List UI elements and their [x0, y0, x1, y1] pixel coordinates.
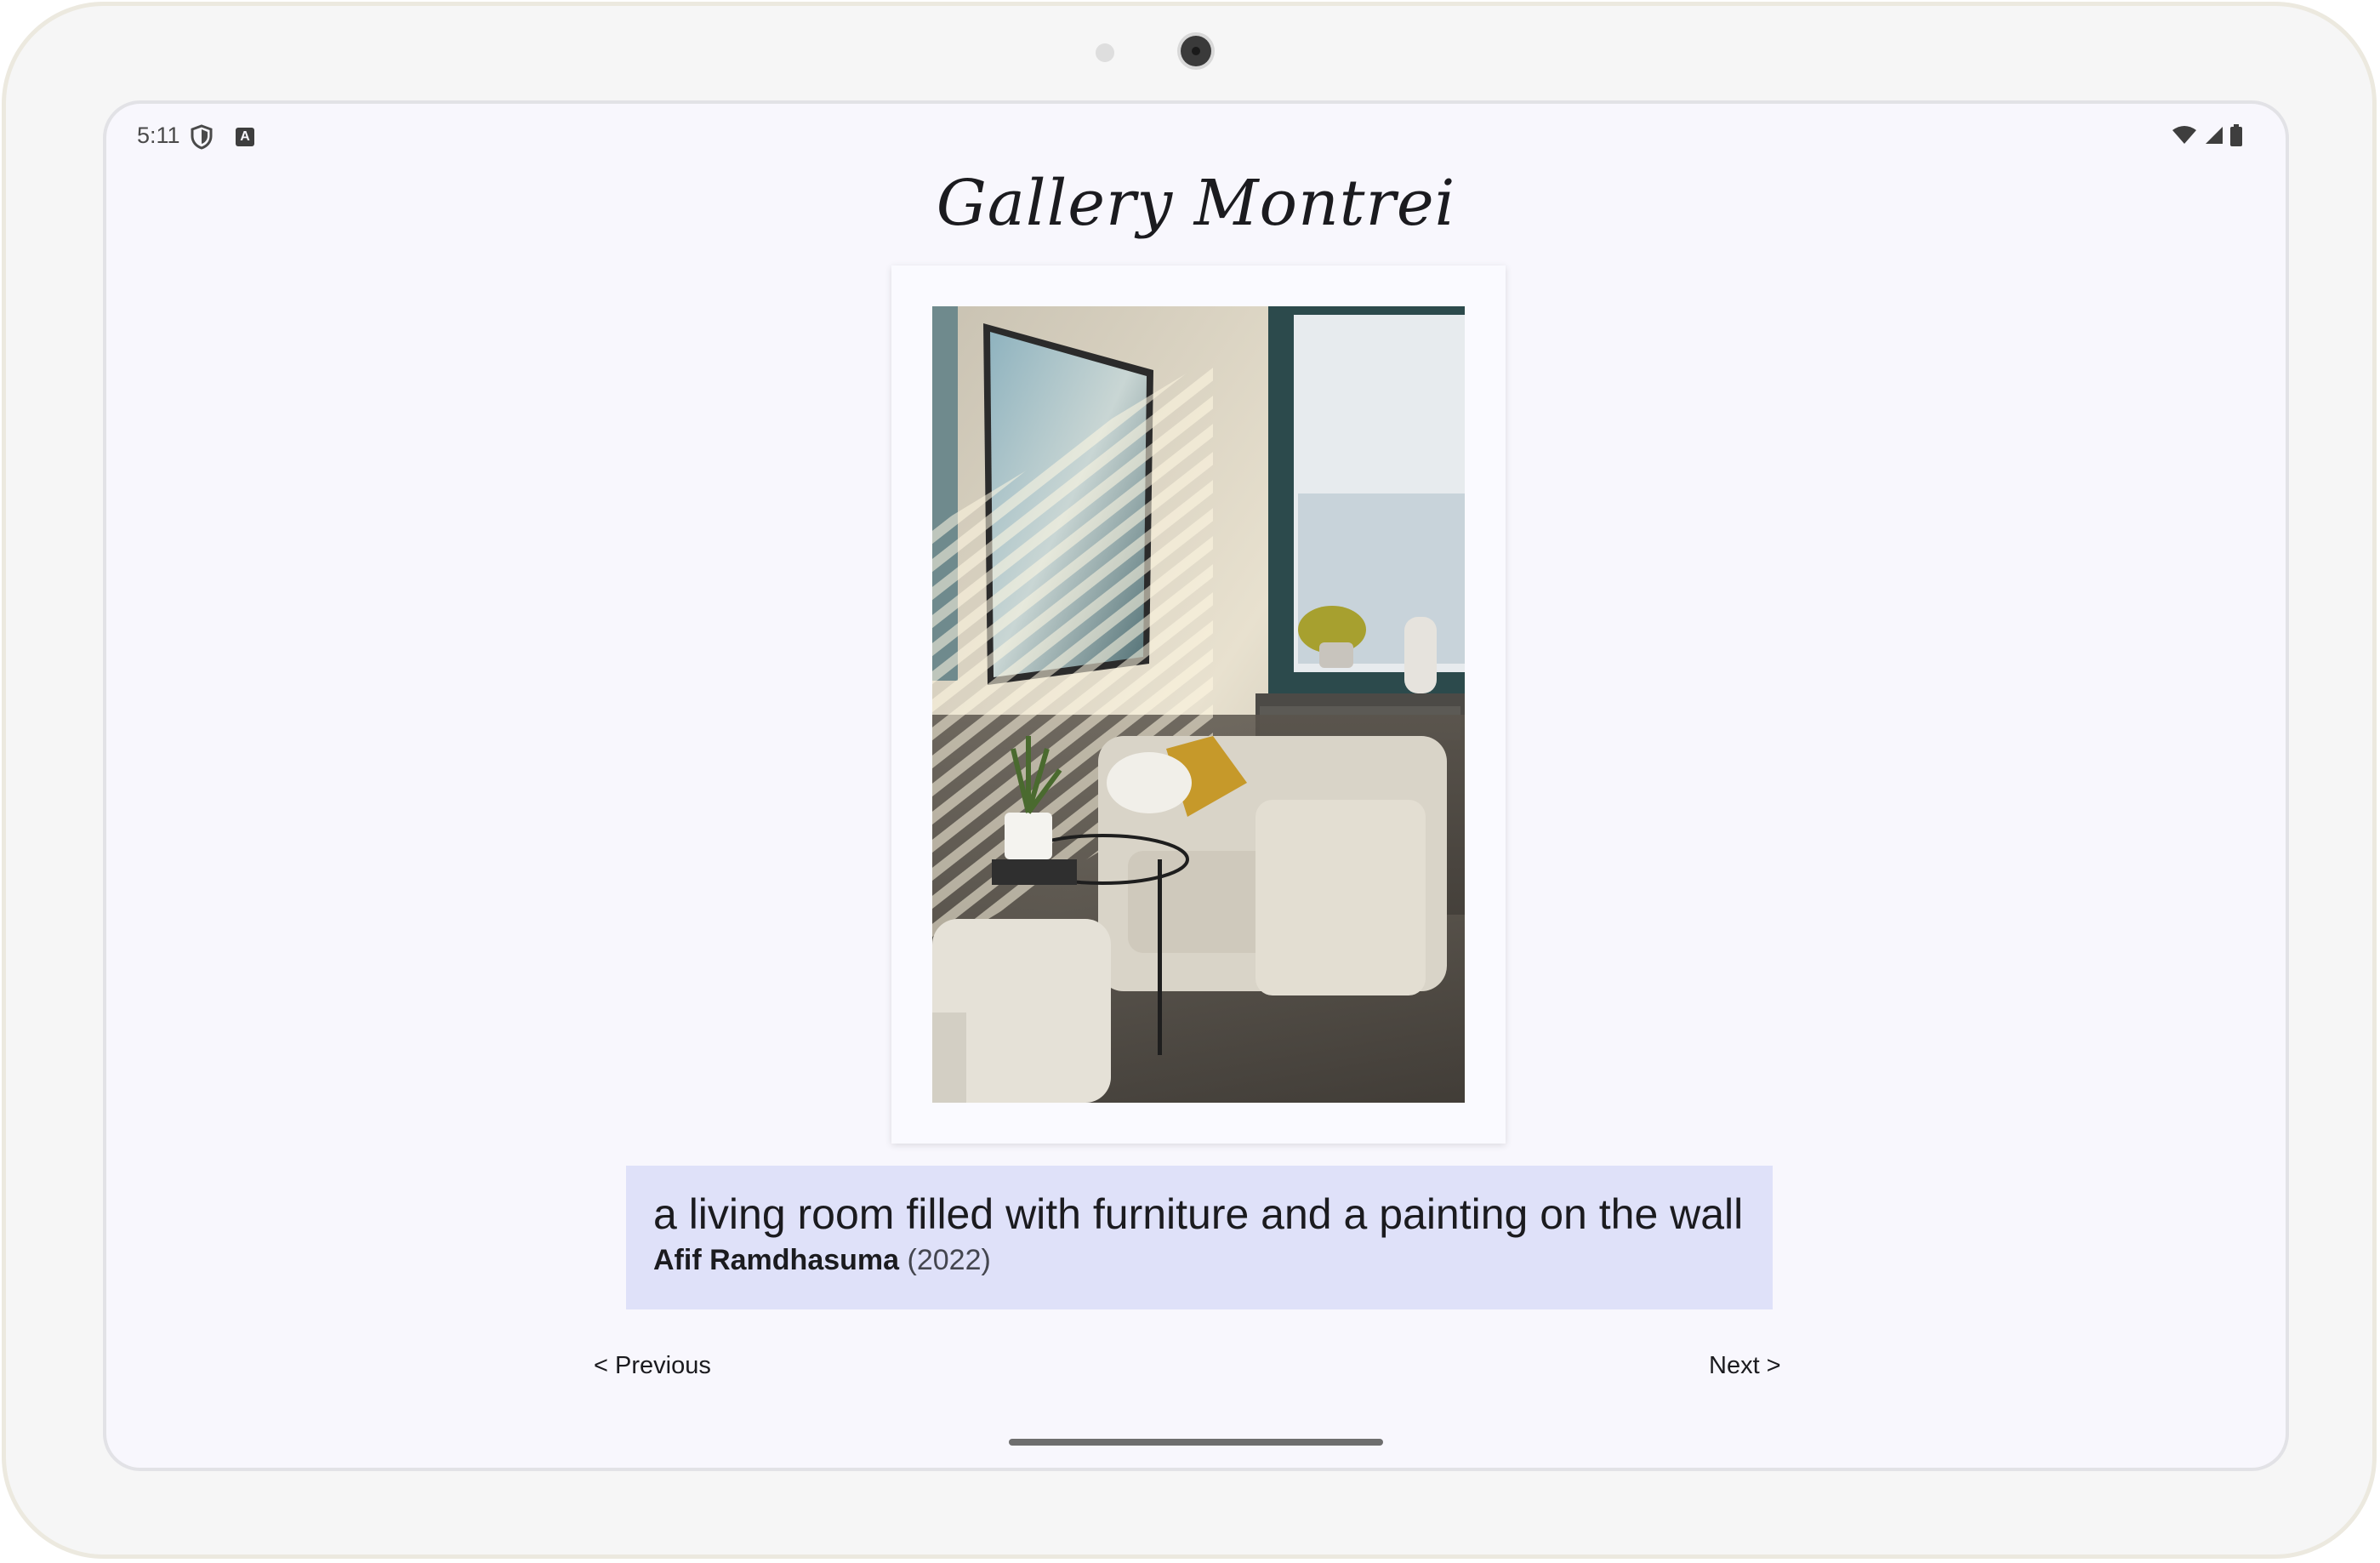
shield-icon — [191, 124, 213, 150]
artist-name: Afif Ramdhasuma — [653, 1244, 900, 1276]
cell-signal-icon — [2206, 127, 2223, 144]
status-bar: 5:11 A — [137, 117, 2243, 158]
previous-button[interactable]: < Previous — [594, 1352, 711, 1380]
artwork-description: a living room filled with furniture and … — [653, 1190, 1744, 1238]
next-button[interactable]: Next > — [1709, 1352, 1781, 1380]
tablet-frame: 5:11 A Gallery Montrei a living room fil… — [2, 2, 2377, 1559]
artwork-frame — [891, 265, 1506, 1144]
status-time: 5:11 — [137, 123, 180, 148]
artwork-year: (2022) — [907, 1244, 991, 1276]
home-gesture-handle[interactable] — [1009, 1439, 1383, 1446]
page-title: Gallery Montrei — [936, 167, 1456, 240]
wifi-icon — [2172, 126, 2196, 144]
artwork-image — [932, 306, 1465, 1103]
artwork-meta: Afif Ramdhasuma (2022) — [653, 1244, 1745, 1277]
light-sensor — [1096, 43, 1114, 62]
notification-a-icon: A — [236, 128, 254, 146]
battery-icon — [2230, 124, 2242, 146]
screen: 5:11 A Gallery Montrei a living room fil… — [103, 100, 2289, 1471]
front-camera — [1181, 36, 1211, 66]
artwork-caption: a living room filled with furniture and … — [626, 1166, 1773, 1309]
